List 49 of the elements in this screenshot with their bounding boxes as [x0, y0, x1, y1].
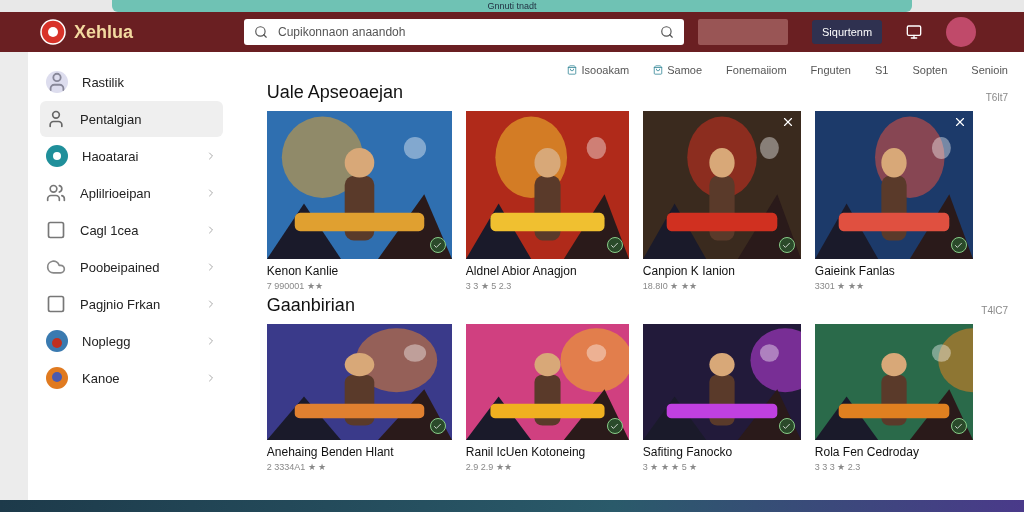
sidebar-item[interactable]: Rastilik [40, 64, 223, 100]
sidebar-item[interactable]: Kanoe [40, 360, 223, 396]
game-title[interactable]: Safiting Fanocko [642, 445, 801, 459]
section-title: Uale Apseoaejan [266, 82, 403, 103]
game-rating: 2.9 2.9 ★★ [465, 462, 513, 472]
game-rating: 7 990001 ★★ [266, 281, 324, 291]
header-button[interactable]: Siqurtenm [812, 20, 883, 44]
sidebar-label: Noplegg [82, 333, 132, 349]
sidebar-item[interactable]: Pagjnio Frkan [40, 286, 223, 322]
sidebar-item[interactable]: Aplilrioeipan [40, 175, 223, 211]
filter-link[interactable]: Isooakam [567, 62, 630, 78]
game-rating: 3301 ★ ★★ [814, 281, 865, 291]
more-link[interactable]: T6lt7 [985, 92, 1008, 103]
filter-link[interactable]: Samoe [653, 62, 703, 78]
filter-link[interactable]: Senioin [971, 62, 1008, 78]
logo-text: Xehlua [74, 21, 134, 43]
sidebar-item[interactable]: Pentalgian [40, 101, 223, 137]
sidebar-label: Pentalgian [80, 111, 143, 127]
game-title[interactable]: Ranil IcUen Kotoneing [465, 445, 629, 459]
game-rating: 2 3334A1 ★ ★ [266, 462, 328, 472]
sidebar-label: Cagl 1cea [80, 222, 140, 238]
filter-link[interactable]: Fonemaiiom [726, 62, 787, 78]
game-title[interactable]: Anehaing Benden Hlant [266, 445, 452, 459]
filter-link[interactable]: Fnguten [810, 62, 851, 78]
game-rating: 18.8I0 ★ ★★ [642, 281, 698, 291]
sidebar-item[interactable]: Cagl 1cea [40, 212, 223, 248]
sidebar-label: Pagjnio Frkan [80, 296, 162, 312]
filter-link[interactable]: Sopten [912, 62, 948, 78]
browser-tab[interactable]: Gnnuti tnadt [112, 0, 912, 12]
game-rating: 3 3 ★ 5 2.3 [465, 281, 513, 291]
sidebar-item[interactable]: Haoatarai [40, 138, 223, 174]
more-link[interactable]: T4lC7 [981, 305, 1008, 316]
game-title[interactable]: Kenon Kanlie [266, 264, 452, 278]
game-rating: 3 ★ ★ ★ 5 ★ [642, 462, 699, 472]
filter-link[interactable]: S1 [874, 62, 889, 78]
sidebar-label: Haoatarai [82, 148, 140, 164]
game-title[interactable]: Aldnel Abior Anagjon [465, 264, 629, 278]
game-title[interactable]: Rola Fen Cedroday [814, 445, 973, 459]
sidebar-label: Poobeipained [80, 259, 161, 275]
search-field[interactable]: Cupikonnaon anaandoh [244, 19, 684, 45]
game-rating: 3 3 3 ★ 2.3 [814, 462, 862, 472]
game-title[interactable]: Canpion K Ianion [642, 264, 801, 278]
sidebar-item[interactable]: Noplegg [40, 323, 223, 359]
section-title: Gaanbirian [266, 295, 355, 316]
sidebar-item[interactable]: Poobeipained [40, 249, 223, 285]
sidebar-label: Rastilik [82, 74, 125, 90]
game-title[interactable]: Gaieink Fanlas [814, 264, 973, 278]
sidebar-label: Aplilrioeipan [80, 185, 152, 201]
sidebar-label: Kanoe [82, 370, 121, 386]
